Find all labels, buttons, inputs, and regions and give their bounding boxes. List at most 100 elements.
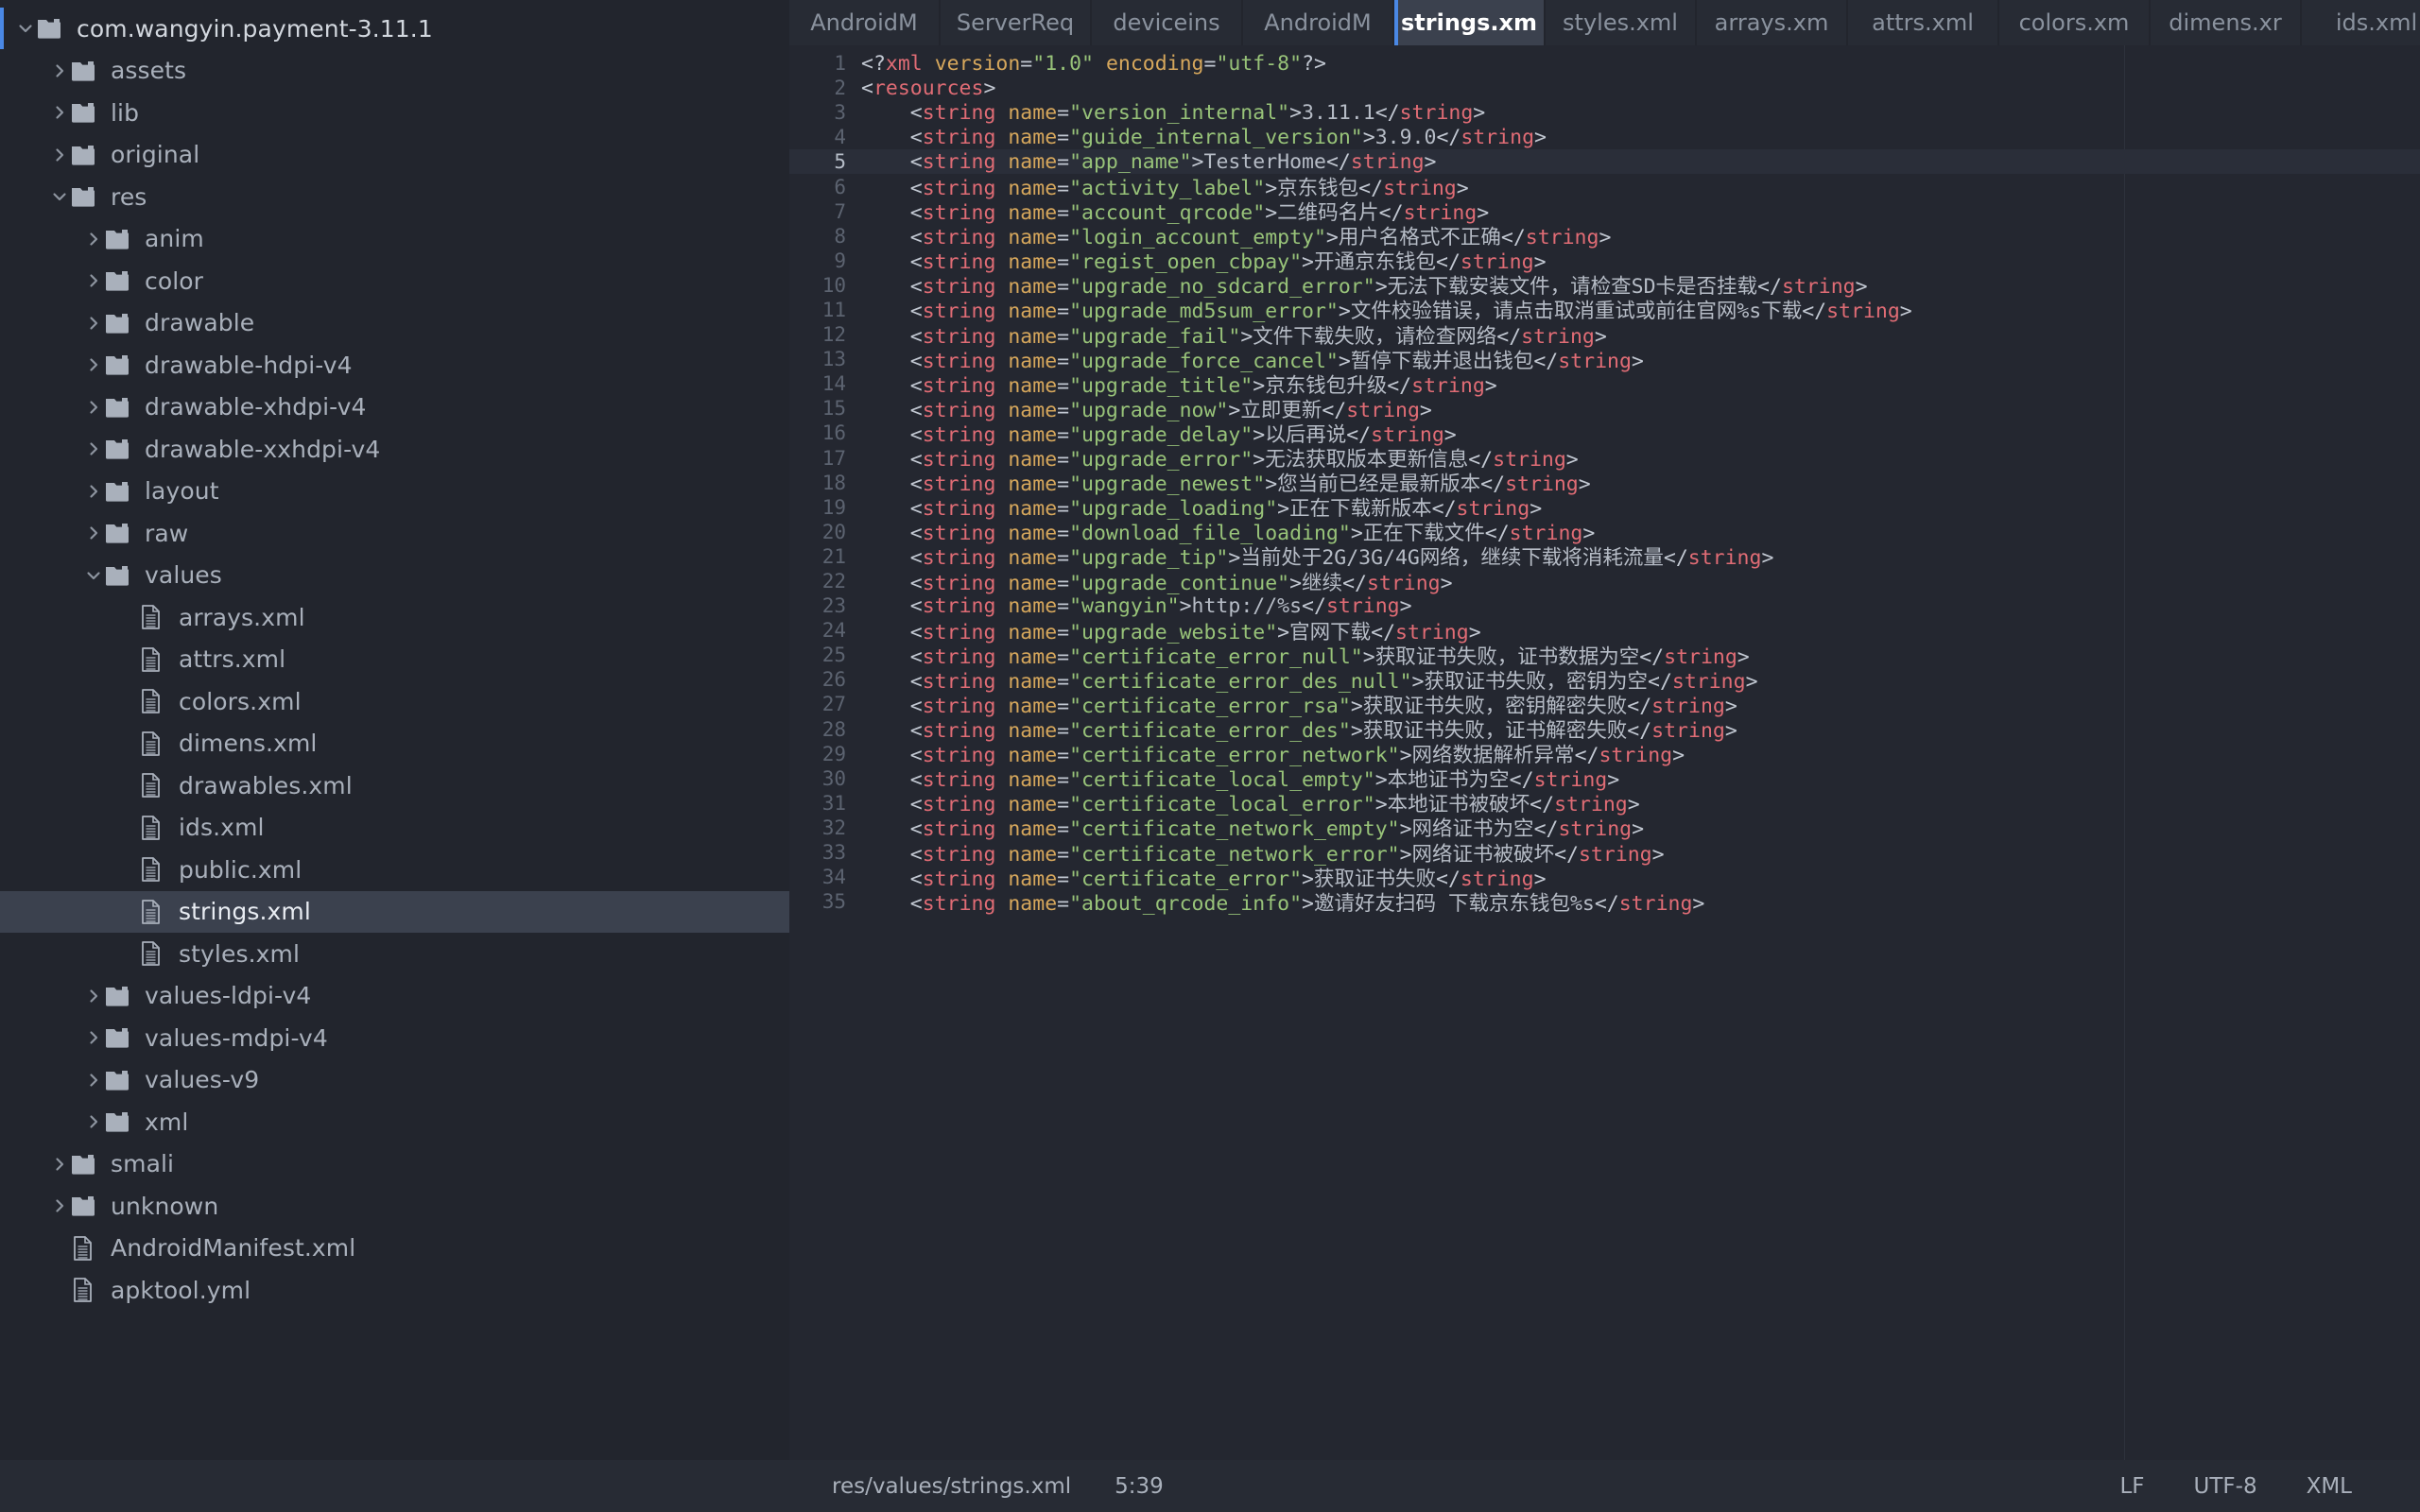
chevron-right-icon[interactable] xyxy=(49,145,70,165)
editor-tab-dimens-xr[interactable]: dimens.xr xyxy=(2151,0,2302,45)
code-line[interactable]: 26 <string name="certificate_error_des_n… xyxy=(789,667,2420,694)
code-line[interactable]: 10 <string name="upgrade_no_sdcard_error… xyxy=(789,273,2420,300)
chevron-down-icon[interactable] xyxy=(83,565,104,586)
code-line[interactable]: 31 <string name="certificate_local_error… xyxy=(789,791,2420,817)
code-line[interactable]: 29 <string name="certificate_error_netwo… xyxy=(789,742,2420,768)
tree-item-original[interactable]: original xyxy=(0,134,789,177)
code-line[interactable]: 2 <resources> xyxy=(789,76,2420,100)
code-line[interactable]: 33 <string name="certificate_network_err… xyxy=(789,840,2420,867)
tree-item-res[interactable]: res xyxy=(0,176,789,218)
chevron-down-icon[interactable] xyxy=(49,186,70,207)
tree-item-dimens-xml[interactable]: dimens.xml xyxy=(0,723,789,765)
tree-item-attrs-xml[interactable]: attrs.xml xyxy=(0,639,789,681)
editor-tab-attrs-xml[interactable]: attrs.xml xyxy=(1848,0,1999,45)
status-caret-position[interactable]: 5:39 xyxy=(1115,1474,1164,1499)
tree-item-strings-xml[interactable]: strings.xml xyxy=(0,890,789,933)
code-line[interactable]: 11 <string name="upgrade_md5sum_error">文… xyxy=(789,298,2420,324)
editor-tab-androidm[interactable]: AndroidM xyxy=(789,0,941,45)
tree-item-raw[interactable]: raw xyxy=(0,512,789,555)
editor-tab-arrays-xm[interactable]: arrays.xm xyxy=(1697,0,1848,45)
code-line[interactable]: 12 <string name="upgrade_fail">文件下载失败，请检… xyxy=(789,322,2420,349)
code-line[interactable]: 6 <string name="activity_label">京东钱包</st… xyxy=(789,174,2420,201)
status-line-separator[interactable]: LF xyxy=(2119,1474,2144,1499)
chevron-right-icon[interactable] xyxy=(83,270,104,291)
chevron-right-icon[interactable] xyxy=(83,523,104,543)
tree-item-values-v9[interactable]: values-v9 xyxy=(0,1059,789,1102)
tree-item-lib[interactable]: lib xyxy=(0,92,789,134)
editor-tab-colors-xm[interactable]: colors.xm xyxy=(1999,0,2151,45)
chevron-right-icon[interactable] xyxy=(83,1111,104,1132)
code-line[interactable]: 32 <string name="certificate_network_emp… xyxy=(789,816,2420,842)
status-encoding[interactable]: UTF-8 xyxy=(2194,1474,2257,1499)
chevron-right-icon[interactable] xyxy=(83,229,104,249)
tree-item-styles-xml[interactable]: styles.xml xyxy=(0,933,789,975)
tree-item-anim[interactable]: anim xyxy=(0,218,789,261)
status-file-type[interactable]: XML xyxy=(2307,1474,2352,1499)
tree-item-values[interactable]: values xyxy=(0,555,789,597)
tree-item-assets[interactable]: assets xyxy=(0,50,789,93)
code-line[interactable]: 1 <?xml version="1.0" encoding="utf-8"?> xyxy=(789,51,2420,76)
chevron-down-icon[interactable] xyxy=(15,18,36,39)
code-line[interactable]: 27 <string name="certificate_error_rsa">… xyxy=(789,692,2420,718)
tree-item-values-mdpi-v4[interactable]: values-mdpi-v4 xyxy=(0,1017,789,1059)
chevron-right-icon[interactable] xyxy=(49,102,70,123)
tree-item-color[interactable]: color xyxy=(0,260,789,302)
tree-item-androidmanifest-xml[interactable]: AndroidManifest.xml xyxy=(0,1228,789,1270)
chevron-right-icon[interactable] xyxy=(83,1027,104,1048)
code-line[interactable]: 21 <string name="upgrade_tip">当前处于2G/3G/… xyxy=(789,544,2420,571)
code-line[interactable]: 18 <string name="upgrade_newest">您当前已经是最… xyxy=(789,471,2420,497)
editor-tab-androidm[interactable]: AndroidM xyxy=(1243,0,1394,45)
code-line[interactable]: 28 <string name="certificate_error_des">… xyxy=(789,717,2420,744)
code-line[interactable]: 17 <string name="upgrade_error">无法获取版本更新… xyxy=(789,446,2420,472)
code-line[interactable]: 4 <string name="guide_internal_version">… xyxy=(789,125,2420,149)
code-line[interactable]: 16 <string name="upgrade_delay">以后再说</st… xyxy=(789,421,2420,447)
code-line[interactable]: 9 <string name="regist_open_cbpay">开通京东钱… xyxy=(789,249,2420,275)
chevron-right-icon[interactable] xyxy=(49,1154,70,1175)
tree-item-layout[interactable]: layout xyxy=(0,471,789,513)
chevron-right-icon[interactable] xyxy=(83,481,104,502)
chevron-right-icon[interactable] xyxy=(83,354,104,375)
tree-item-ids-xml[interactable]: ids.xml xyxy=(0,807,789,850)
chevron-right-icon[interactable] xyxy=(49,60,70,81)
tree-item-smali[interactable]: smali xyxy=(0,1143,789,1186)
chevron-right-icon[interactable] xyxy=(83,438,104,459)
chevron-right-icon[interactable] xyxy=(49,1195,70,1216)
chevron-right-icon[interactable] xyxy=(83,1070,104,1091)
tree-item-drawable-hdpi-v4[interactable]: drawable-hdpi-v4 xyxy=(0,344,789,387)
tree-item-com-wangyin-payment-3-11-1[interactable]: com.wangyin.payment-3.11.1 xyxy=(0,8,789,50)
editor-tab-styles-xml[interactable]: styles.xml xyxy=(1546,0,1697,45)
tree-item-apktool-yml[interactable]: apktool.yml xyxy=(0,1269,789,1312)
project-file-tree[interactable]: com.wangyin.payment-3.11.1 assets lib origi… xyxy=(0,0,789,1460)
code-line[interactable]: 20 <string name="download_file_loading">… xyxy=(789,520,2420,546)
code-line[interactable]: 22 <string name="upgrade_continue">继续</s… xyxy=(789,569,2420,595)
editor-tab-strings-xm[interactable]: strings.xm xyxy=(1394,0,1546,45)
code-line[interactable]: 35 <string name="about_qrcode_info">邀请好友… xyxy=(789,889,2420,916)
tree-item-drawable[interactable]: drawable xyxy=(0,302,789,345)
chevron-right-icon[interactable] xyxy=(83,313,104,334)
code-line[interactable]: 19 <string name="upgrade_loading">正在下载新版… xyxy=(789,495,2420,522)
code-line[interactable]: 7 <string name="account_qrcode">二维码名片</s… xyxy=(789,199,2420,226)
tree-item-xml[interactable]: xml xyxy=(0,1101,789,1143)
editor-tab-deviceins[interactable]: deviceins xyxy=(1092,0,1243,45)
tree-item-unknown[interactable]: unknown xyxy=(0,1185,789,1228)
chevron-right-icon[interactable] xyxy=(83,986,104,1006)
code-editor[interactable]: 1 <?xml version="1.0" encoding="utf-8"?> 2… xyxy=(789,45,2420,1460)
chevron-right-icon[interactable] xyxy=(83,397,104,418)
code-line[interactable]: 5 <string name="app_name">TesterHome</st… xyxy=(789,149,2420,175)
editor-tab-bar[interactable]: AndroidM ServerReq deviceins AndroidM string… xyxy=(789,0,2420,45)
editor-tab-ids-xml[interactable]: ids.xml xyxy=(2302,0,2420,45)
code-line[interactable]: 15 <string name="upgrade_now">立即更新</stri… xyxy=(789,396,2420,422)
code-line[interactable]: 25 <string name="certificate_error_null"… xyxy=(789,643,2420,669)
code-line[interactable]: 30 <string name="certificate_local_empty… xyxy=(789,766,2420,793)
code-line[interactable]: 3 <string name="version_internal">3.11.1… xyxy=(789,100,2420,125)
code-line[interactable]: 13 <string name="upgrade_force_cancel">暂… xyxy=(789,347,2420,373)
code-line[interactable]: 14 <string name="upgrade_title">京东钱包升级</… xyxy=(789,371,2420,398)
tree-item-public-xml[interactable]: public.xml xyxy=(0,849,789,891)
tree-item-drawable-xhdpi-v4[interactable]: drawable-xhdpi-v4 xyxy=(0,387,789,429)
tree-item-values-ldpi-v4[interactable]: values-ldpi-v4 xyxy=(0,975,789,1018)
tree-item-drawables-xml[interactable]: drawables.xml xyxy=(0,765,789,807)
editor-tab-serverreq[interactable]: ServerReq xyxy=(941,0,1092,45)
tree-item-colors-xml[interactable]: colors.xml xyxy=(0,680,789,723)
code-line[interactable]: 8 <string name="login_account_empty">用户名… xyxy=(789,224,2420,250)
code-line[interactable]: 23 <string name="wangyin">http://%s</str… xyxy=(789,593,2420,618)
